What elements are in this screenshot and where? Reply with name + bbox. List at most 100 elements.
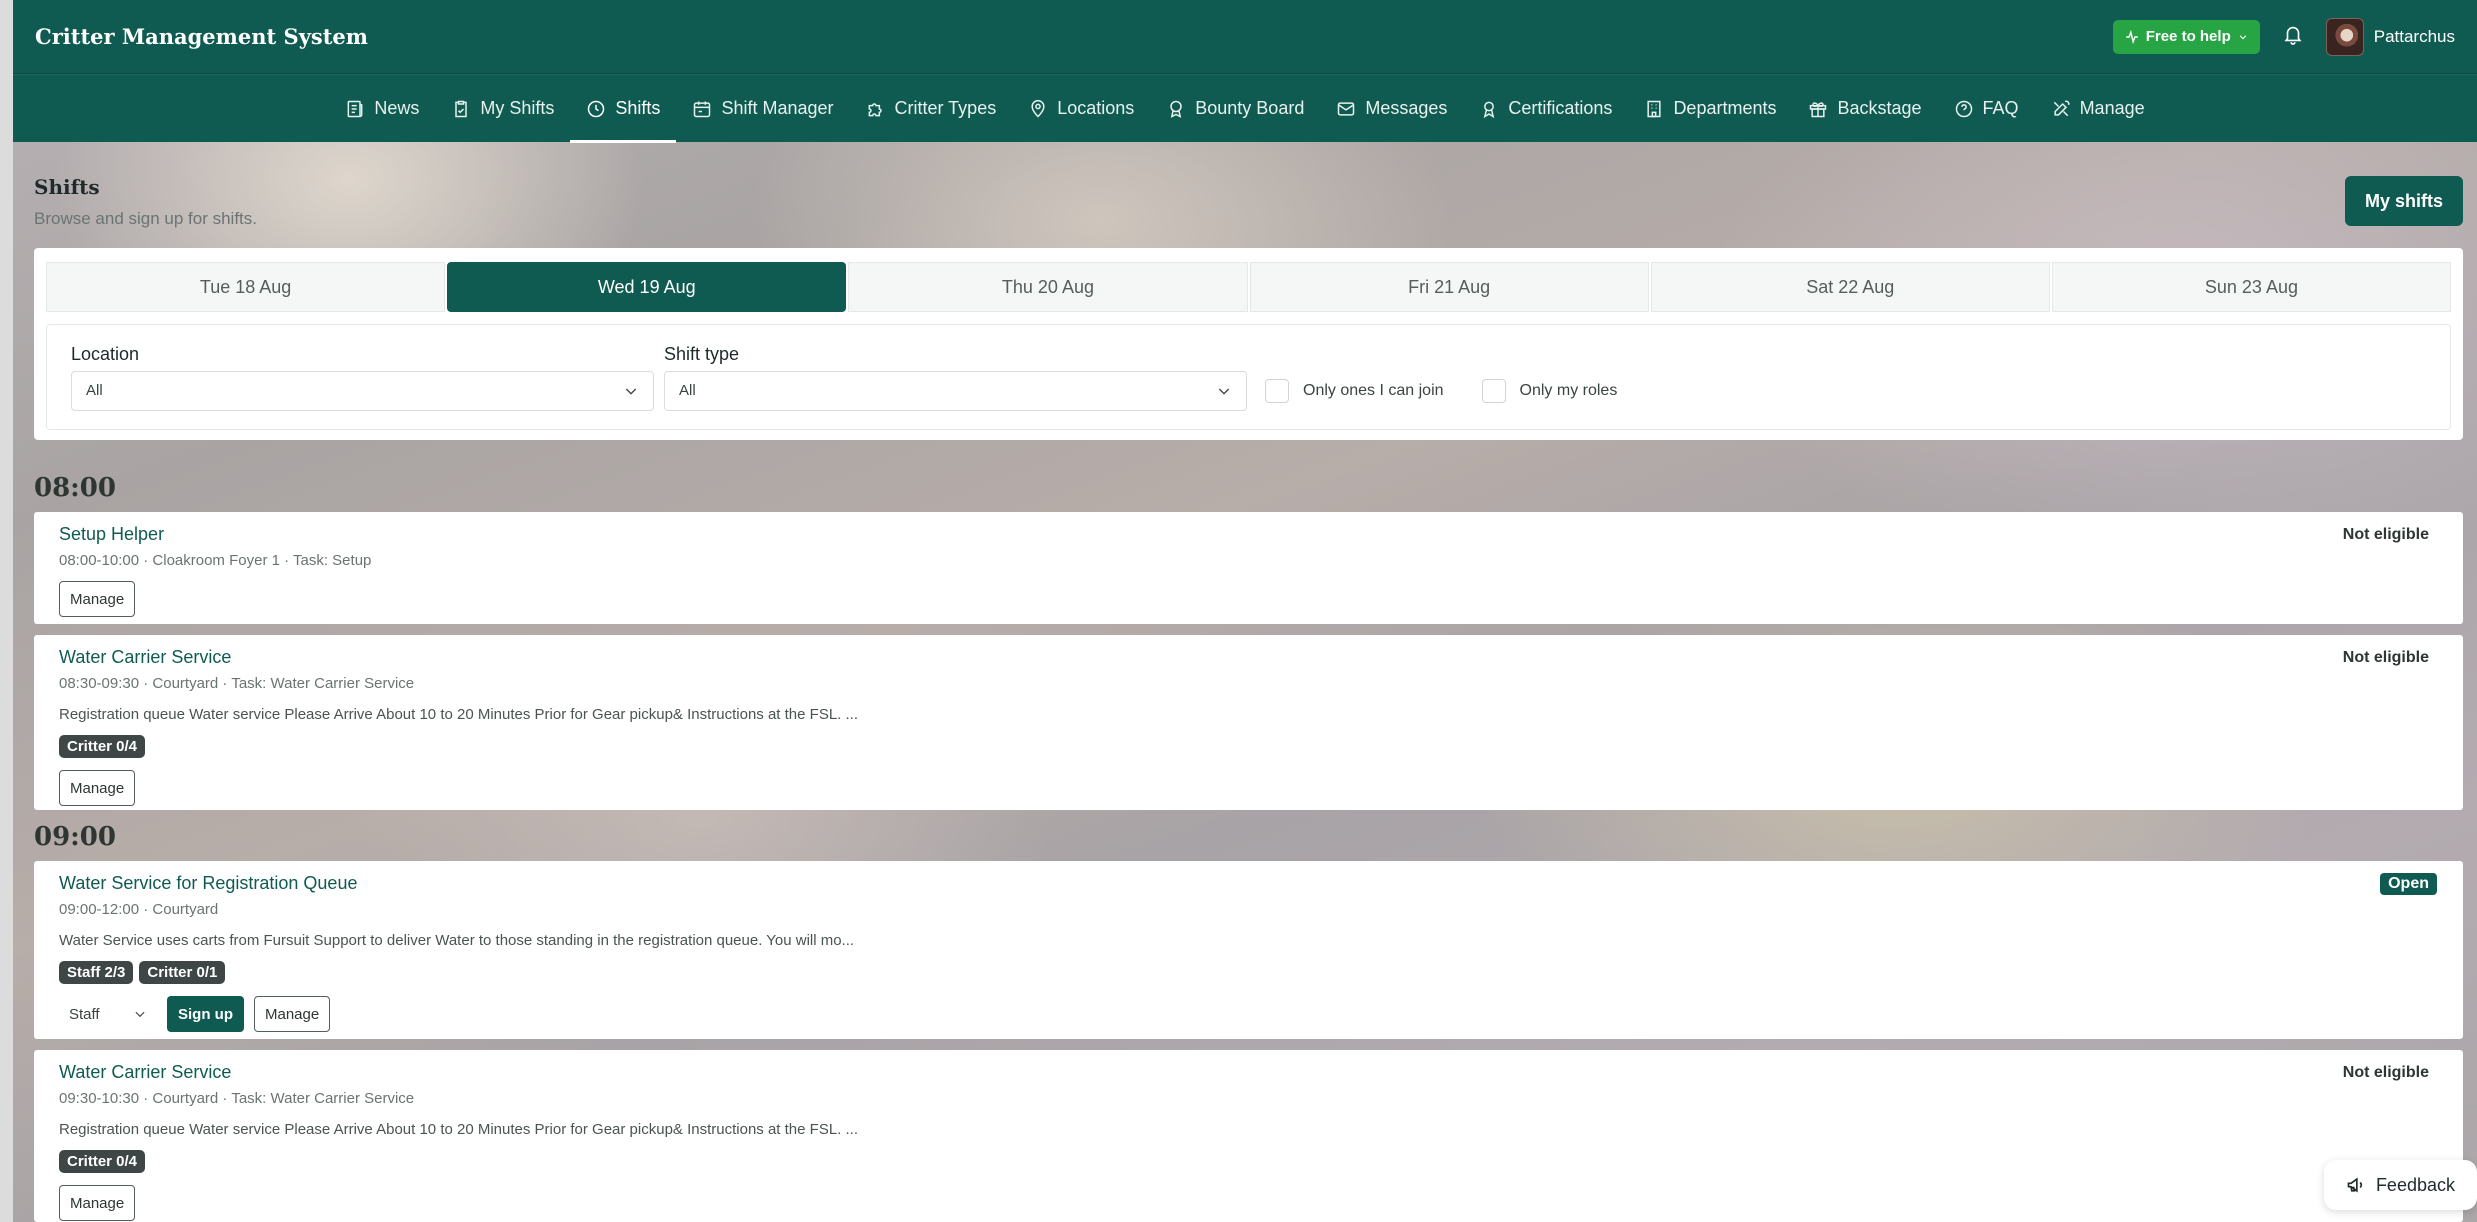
only-my-roles-label: Only my roles — [1519, 382, 1618, 399]
shift-type-select[interactable]: All — [664, 370, 1247, 411]
nav-label: Shift Manager — [721, 98, 834, 118]
location-label: Location — [71, 343, 140, 364]
nav-item-faq[interactable]: FAQ — [1938, 75, 2035, 143]
capacity-tag: Critter 0/1 — [139, 961, 226, 984]
notifications-button[interactable] — [2282, 23, 2304, 50]
capacity-tags: Critter 0/4 — [59, 1150, 2438, 1173]
role-select[interactable]: Staff — [59, 996, 157, 1032]
time-group-heading: 08:00 — [34, 473, 116, 503]
building-icon — [1647, 100, 1662, 117]
app-title[interactable]: Critter Management System — [35, 24, 368, 49]
only-joinable-label: Only ones I can join — [1303, 382, 1444, 399]
avatar — [2325, 17, 2364, 56]
shift-actions: Manage — [59, 581, 2438, 617]
day-tab[interactable]: Thu 20 Aug — [848, 262, 1248, 312]
shift-title[interactable]: Water Service for Registration Queue — [59, 873, 2438, 894]
shift-type-label: Shift type — [664, 343, 740, 364]
shift-card: Water Service for Registration Queue 09:… — [34, 861, 2463, 1039]
nav-item-shift-manager[interactable]: Shift Manager — [676, 75, 849, 143]
nav-label: Manage — [2079, 98, 2145, 118]
nav-label: Backstage — [1837, 98, 1922, 118]
nav-item-backstage[interactable]: Backstage — [1792, 75, 1937, 143]
help-status-label: Free to help — [2145, 28, 2231, 45]
my-shifts-button[interactable]: My shifts — [2344, 176, 2463, 226]
shift-meta: 09:00-12:00 · Courtyard — [59, 901, 219, 918]
gift-icon — [1810, 101, 1827, 117]
help-status-button[interactable]: Free to help — [2112, 19, 2260, 54]
nav-item-locations[interactable]: Locations — [1012, 75, 1150, 143]
tools-icon — [2053, 100, 2070, 116]
checkbox-box[interactable] — [1265, 379, 1289, 403]
shift-type-field: Shift type All — [664, 344, 1247, 411]
top-bar: Critter Management System Free to help P… — [13, 0, 2477, 74]
nav-item-manage[interactable]: Manage — [2035, 75, 2161, 143]
shift-actions: Manage — [59, 770, 2438, 806]
certificate-icon — [1484, 101, 1495, 118]
nav-item-certifications[interactable]: Certifications — [1463, 75, 1628, 143]
chevron-down-icon — [625, 388, 637, 395]
nav-item-my-shifts[interactable]: My Shifts — [435, 75, 570, 143]
nav-item-messages[interactable]: Messages — [1320, 75, 1463, 143]
feedback-button[interactable]: Feedback — [2323, 1160, 2477, 1210]
manage-button[interactable]: Manage — [254, 996, 331, 1032]
nav-label: Critter Types — [894, 98, 997, 118]
day-tab[interactable]: Sat 22 Aug — [1650, 262, 2050, 312]
day-tab[interactable]: Fri 21 Aug — [1249, 262, 1649, 312]
day-tab[interactable]: Sun 23 Aug — [2051, 262, 2452, 312]
only-joinable-checkbox[interactable]: Only ones I can join — [1265, 379, 1444, 403]
location-select[interactable]: All — [71, 370, 654, 411]
feedback-label: Feedback — [2375, 1174, 2455, 1195]
bell-icon — [2284, 26, 2302, 45]
status-badge: Not eligible — [2342, 649, 2429, 666]
map-pin-icon — [1031, 99, 1045, 118]
shift-description: Water Service uses carts from Fursuit Su… — [59, 932, 855, 949]
page-header: Shifts Browse and sign up for shifts. — [34, 175, 257, 229]
calendar-icon — [694, 101, 711, 117]
activity-icon — [2125, 29, 2138, 44]
day-tab[interactable]: Tue 18 Aug — [46, 262, 446, 312]
mail-icon — [1338, 101, 1355, 116]
role-select-value: Staff — [69, 1005, 100, 1023]
nav-label: FAQ — [1982, 98, 2019, 118]
manage-button[interactable]: Manage — [59, 581, 136, 617]
nav-item-news[interactable]: News — [329, 75, 435, 143]
capacity-tags: Staff 2/3 Critter 0/1 — [59, 961, 2438, 984]
nav-item-critter-types[interactable]: Critter Types — [850, 75, 1013, 143]
sign-up-button[interactable]: Sign up — [167, 996, 244, 1032]
shift-meta: 08:30-09:30 · Courtyard · Task: Water Ca… — [59, 675, 415, 692]
user-menu[interactable]: Pattarchus — [2325, 17, 2455, 56]
megaphone-icon — [2347, 1177, 2363, 1193]
page-subtitle: Browse and sign up for shifts. — [34, 209, 258, 228]
nav-label: Departments — [1673, 98, 1777, 118]
nav-item-departments[interactable]: Departments — [1628, 75, 1792, 143]
shift-description: Registration queue Water service Please … — [59, 706, 858, 723]
shift-type-value: All — [679, 382, 696, 399]
clipboard-icon — [455, 100, 468, 117]
shift-title[interactable]: Water Carrier Service — [59, 1062, 2438, 1083]
top-right-controls: Free to help Pattarchus — [2112, 17, 2455, 56]
only-my-roles-checkbox[interactable]: Only my roles — [1481, 379, 1618, 403]
time-group-heading: 09:00 — [34, 822, 116, 852]
shift-actions: Manage — [59, 1185, 2438, 1221]
day-tab-selected[interactable]: Wed 19 Aug — [447, 262, 847, 312]
puzzle-icon — [868, 102, 882, 116]
filters-row: Location All Shift type All Only ones I … — [46, 324, 2451, 430]
manage-button[interactable]: Manage — [59, 770, 136, 806]
shift-title[interactable]: Setup Helper — [59, 524, 2438, 545]
award-icon — [1170, 100, 1183, 118]
shift-meta: 08:00-10:00 · Cloakroom Foyer 1 · Task: … — [59, 552, 372, 569]
capacity-tag: Critter 0/4 — [59, 735, 146, 758]
status-badge: Not eligible — [2342, 1064, 2429, 1081]
capacity-tag: Critter 0/4 — [59, 1150, 146, 1173]
shift-card: Water Carrier Service 08:30-09:30 · Cour… — [34, 635, 2463, 810]
capacity-tags: Critter 0/4 — [59, 735, 2438, 758]
nav-item-bounty-board[interactable]: Bounty Board — [1150, 75, 1320, 143]
shift-actions: Staff Sign up Manage — [59, 996, 2438, 1032]
shift-meta: 09:30-10:30 · Courtyard · Task: Water Ca… — [59, 1090, 415, 1107]
shift-title[interactable]: Water Carrier Service — [59, 647, 2438, 668]
day-tabs: Tue 18 Aug Wed 19 Aug Thu 20 Aug Fri 21 … — [46, 262, 2452, 312]
nav-item-shifts[interactable]: Shifts — [570, 75, 677, 143]
manage-button[interactable]: Manage — [59, 1185, 136, 1221]
clock-icon — [588, 100, 605, 117]
checkbox-box[interactable] — [1481, 379, 1506, 403]
